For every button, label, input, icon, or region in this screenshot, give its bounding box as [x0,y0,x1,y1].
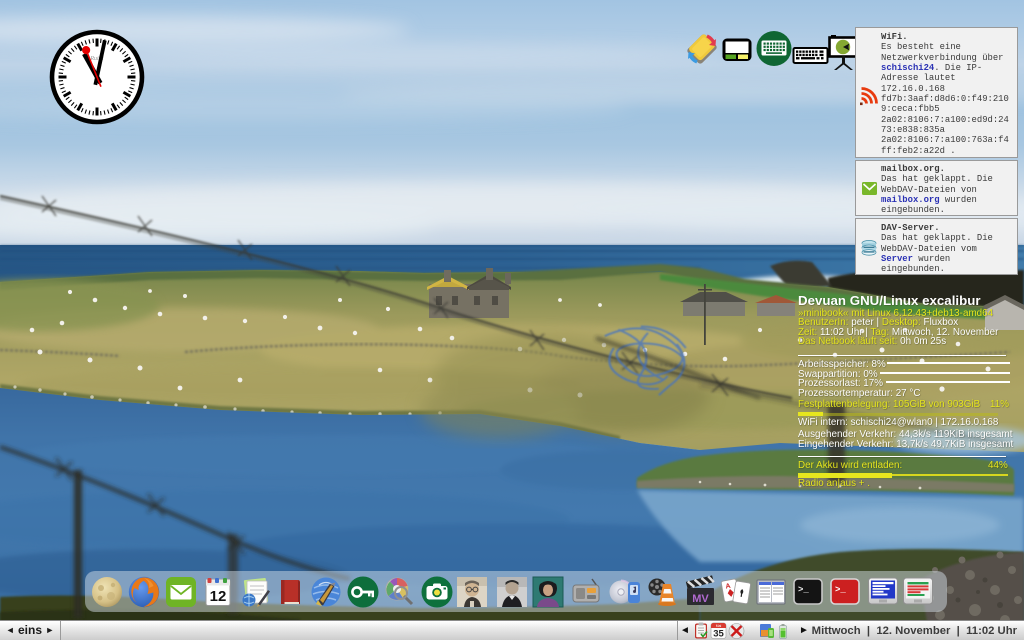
svg-text:Mai: Mai [716,624,722,628]
svg-text:MV: MV [692,593,709,605]
svg-text:35: 35 [713,629,724,640]
svg-text:>_: >_ [798,585,809,595]
svg-text:>_: >_ [835,585,846,595]
svg-text:12: 12 [210,588,227,605]
